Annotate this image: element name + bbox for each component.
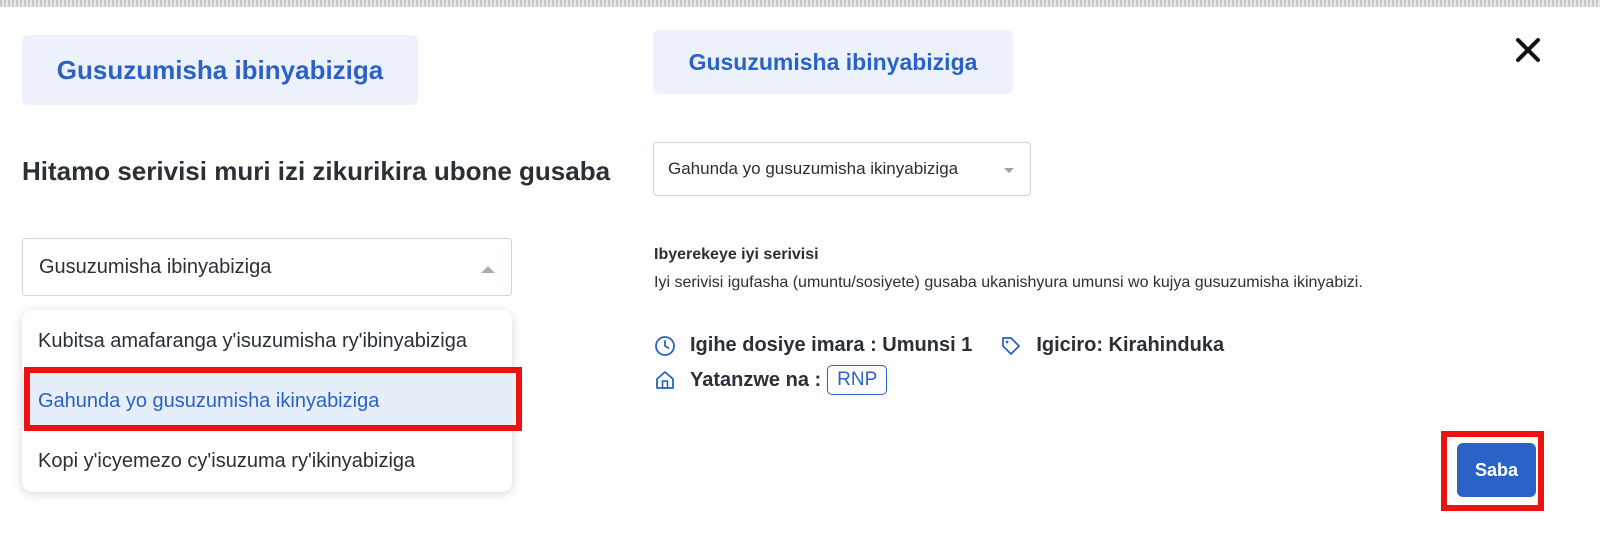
category-chip-left[interactable]: Gusuzumisha ibinyabiziga xyxy=(22,35,418,105)
page-heading: Hitamo serivisi muri izi zikurikira ubon… xyxy=(22,156,611,186)
dropdown-option-certificate-copy[interactable]: Kopi y'icyemezo cy'isuzuma ry'ikinyabizi… xyxy=(22,432,512,490)
dropdown-option-deposit[interactable]: Kubitsa amafaranga y'isuzumisha ry'ibiny… xyxy=(22,312,512,370)
service-dropdown-menu: Kubitsa amafaranga y'isuzumisha ry'ibiny… xyxy=(22,310,512,492)
service-category-select-value: Gusuzumisha ibinyabiziga xyxy=(39,255,272,278)
service-select[interactable]: Gahunda yo gusuzumisha ikinyabiziga xyxy=(653,142,1031,196)
provider-badge: RNP xyxy=(827,365,888,395)
about-service-title: Ibyerekeye iyi serivisi xyxy=(654,246,819,263)
chevron-down-icon xyxy=(1004,168,1014,173)
tag-icon xyxy=(1002,336,1021,355)
price-group: Igiciro: Kirahinduka xyxy=(1000,334,1224,357)
service-meta-row: Igihe dosiye imara : Umunsi 1 Igiciro: K… xyxy=(654,334,1224,357)
category-chip-right[interactable]: Gusuzumisha ibinyabiziga xyxy=(653,30,1013,94)
service-select-value: Gahunda yo gusuzumisha ikinyabiziga xyxy=(668,159,959,178)
saba-button[interactable]: Saba xyxy=(1457,443,1536,497)
service-price: Igiciro: Kirahinduka xyxy=(1036,334,1225,356)
clock-icon xyxy=(655,335,675,356)
home-icon xyxy=(656,371,674,389)
dropdown-option-schedule[interactable]: Gahunda yo gusuzumisha ikinyabiziga xyxy=(22,372,512,430)
service-category-select[interactable]: Gusuzumisha ibinyabiziga xyxy=(22,238,512,296)
provider-label: Yatanzwe na : xyxy=(690,368,822,391)
processing-time: Igihe dosiye imara : Umunsi 1 xyxy=(690,334,973,356)
close-icon[interactable] xyxy=(1510,32,1546,68)
top-border xyxy=(0,0,1600,7)
caret-up-icon xyxy=(481,266,495,273)
about-service-text: Iyi serivisi igufasha (umuntu/sosiyete) … xyxy=(654,274,1363,291)
service-request-modal: Gusuzumisha ibinyabiziga Gusuzumisha ibi… xyxy=(0,0,1600,534)
provider-row: Yatanzwe na : RNP xyxy=(654,365,888,395)
